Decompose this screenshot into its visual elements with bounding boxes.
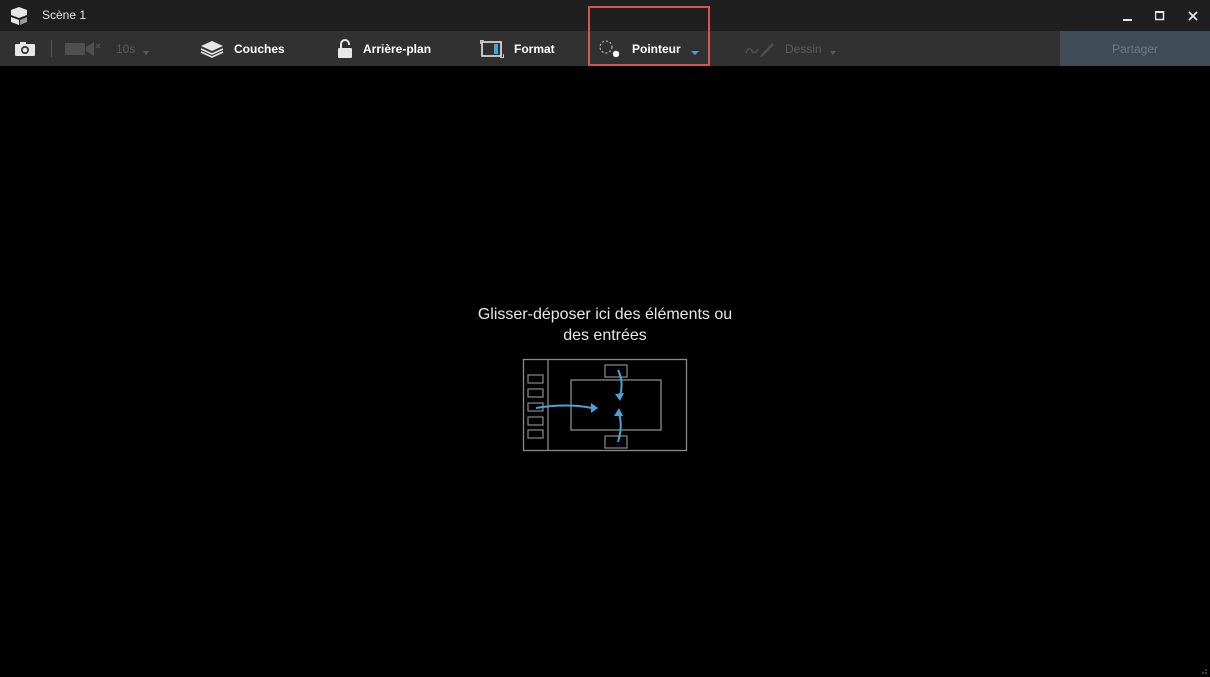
draw-dropdown[interactable]: Dessin — [745, 31, 836, 66]
close-button[interactable] — [1176, 0, 1210, 31]
title-bar: Scène 1 — [0, 0, 1210, 31]
chevron-down-icon — [143, 50, 150, 55]
chevron-down-icon — [690, 50, 699, 55]
chevron-down-icon — [829, 50, 836, 55]
layers-label: Couches — [234, 41, 285, 56]
maximize-button[interactable] — [1143, 0, 1177, 31]
maximize-icon — [1155, 10, 1165, 20]
drop-hint-text: Glisser-déposer ici des éléments ou des … — [455, 304, 755, 346]
toolbar-separator — [51, 40, 52, 57]
format-label: Format — [514, 41, 555, 56]
pointer-icon — [599, 40, 620, 57]
pointer-label: Pointeur — [632, 41, 681, 56]
drag-drop-illustration-icon — [522, 358, 688, 452]
close-icon — [1188, 10, 1198, 21]
aspect-ratio-icon — [480, 39, 504, 58]
minimize-icon — [1123, 18, 1132, 21]
scene-canvas[interactable]: Glisser-déposer ici des éléments ou des … — [0, 66, 1210, 677]
app-logo-icon — [11, 7, 27, 25]
timer-dropdown[interactable]: 10s — [116, 31, 150, 66]
pen-icon — [745, 42, 774, 57]
background-label: Arrière-plan — [363, 41, 432, 56]
draw-label: Dessin — [785, 41, 822, 56]
drop-hint-line-1: Glisser-déposer ici des éléments ou — [477, 306, 733, 323]
pointer-dropdown[interactable]: Pointeur — [598, 31, 699, 66]
layers-button[interactable]: Couches — [200, 31, 285, 66]
app-window: Scène 1 10s Couches Arrière-plan Format … — [0, 0, 1210, 677]
share-button[interactable]: Partager — [1060, 31, 1210, 66]
drop-hint-line-2: des entrées — [563, 327, 647, 344]
camera-icon — [15, 41, 35, 56]
format-button[interactable]: Format — [480, 31, 555, 66]
toolbar: 10s Couches Arrière-plan Format Pointeur… — [0, 31, 1210, 66]
video-camera-icon — [65, 41, 101, 56]
lock-icon — [338, 38, 352, 58]
window-title: Scène 1 — [42, 8, 87, 22]
timer-label: 10s — [116, 41, 136, 56]
record-button[interactable] — [64, 31, 102, 66]
minimize-button[interactable] — [1111, 0, 1145, 31]
snapshot-button[interactable] — [14, 31, 36, 66]
layers-icon — [200, 40, 224, 58]
resize-grip-icon[interactable] — [1198, 665, 1208, 675]
background-button[interactable]: Arrière-plan — [337, 31, 431, 66]
